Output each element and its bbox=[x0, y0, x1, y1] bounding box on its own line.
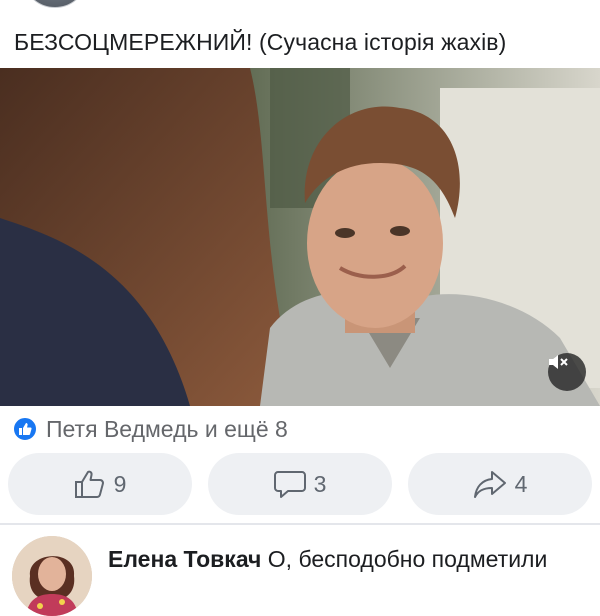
video-player[interactable] bbox=[0, 68, 600, 406]
reactions-text: Петя Ведмедь и ещё 8 bbox=[46, 415, 288, 442]
post-title: БЕЗСОЦМЕРЕЖНИЙ! (Сучасна історія жахів) bbox=[14, 29, 507, 55]
comment-message: О, бесподобно подметили bbox=[267, 546, 548, 572]
reactions-summary[interactable]: Петя Ведмедь и ещё 8 bbox=[12, 414, 288, 444]
share-button[interactable]: 4 bbox=[408, 453, 592, 515]
comment-bubble-icon bbox=[273, 471, 306, 498]
commenter-avatar[interactable] bbox=[12, 536, 92, 616]
share-arrow-icon bbox=[473, 471, 506, 498]
thumbs-up-icon bbox=[74, 470, 104, 498]
like-button[interactable]: 9 bbox=[8, 453, 192, 515]
comment-count: 3 bbox=[313, 470, 327, 497]
speaker-muted-icon bbox=[549, 355, 568, 369]
comment-author[interactable]: Елена Товкач bbox=[108, 546, 261, 572]
comment-body: Елена Товкач О, бесподобно подметили bbox=[108, 542, 578, 576]
share-count: 4 bbox=[514, 470, 528, 497]
section-divider bbox=[0, 523, 600, 525]
poster-avatar[interactable] bbox=[22, 0, 88, 8]
mute-button[interactable] bbox=[548, 353, 586, 391]
video-frame bbox=[0, 68, 600, 406]
like-icon bbox=[12, 416, 38, 442]
like-count: 9 bbox=[113, 470, 127, 497]
comment-button[interactable]: 3 bbox=[208, 453, 392, 515]
